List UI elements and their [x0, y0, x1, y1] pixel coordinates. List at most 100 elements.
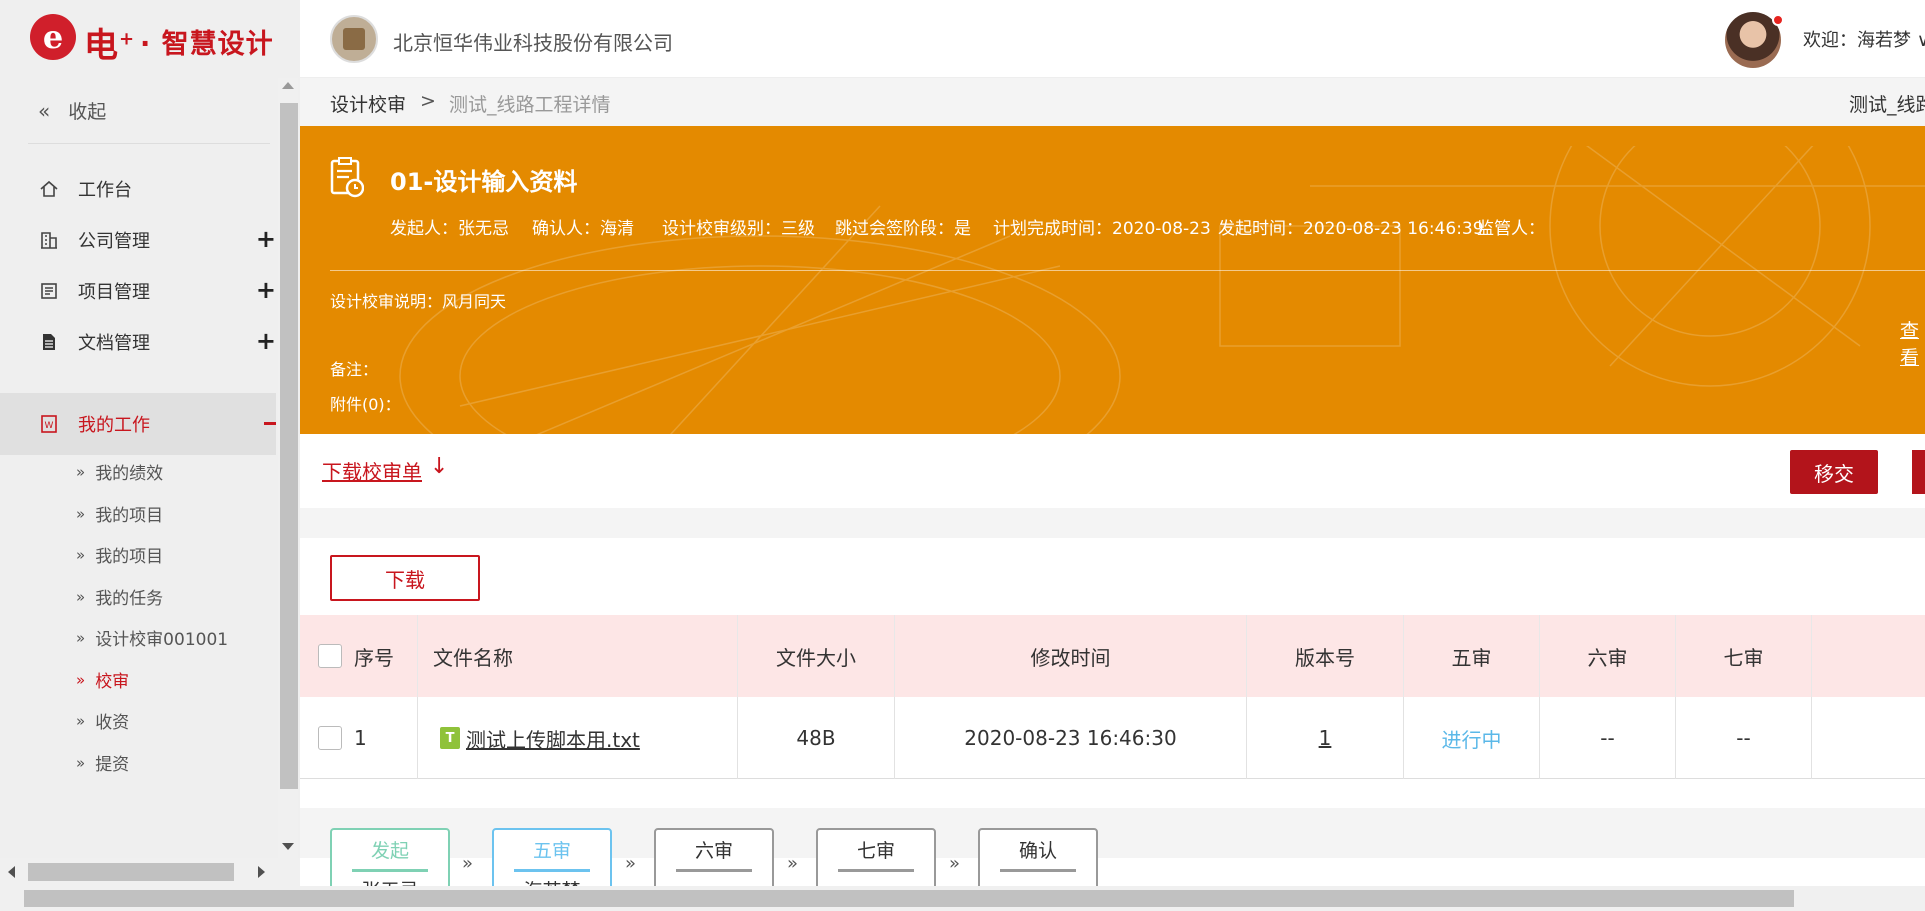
table-row: 1 T 测试上传脚本用.txt 48B 2020-08-23 16:46:30 … — [300, 697, 1925, 779]
breadcrumb-root[interactable]: 设计校审 — [330, 90, 406, 117]
sub-item-label: 收资 — [95, 713, 130, 733]
version-link[interactable]: 1 — [1319, 726, 1332, 750]
expand-plus-icon[interactable]: + — [256, 329, 276, 353]
document-icon — [38, 331, 60, 353]
task-title: 01-设计输入资料 — [390, 168, 578, 196]
table-header: 序号 文件名称 文件大小 修改时间 版本号 五审 六审 七审 — [300, 615, 1925, 697]
start-time: 发起时间：2020-08-23 16:46:39 — [1218, 219, 1484, 239]
download-button[interactable]: 下载 — [330, 555, 480, 601]
step-title: 五审 — [532, 840, 571, 862]
company-logo-icon — [330, 15, 378, 63]
file-table-section: 下载 序号 文件名称 文件大小 修改时间 版本号 五审 六审 七审 1 T 测试… — [300, 538, 1925, 808]
confirmer: 确认人：海清 — [532, 219, 634, 239]
select-all-checkbox[interactable] — [318, 644, 342, 668]
cell-review-5-status[interactable]: 进行中 — [1404, 697, 1540, 779]
breadcrumb-current: 测试_线路工程详情 — [449, 94, 611, 116]
step-underline — [514, 869, 590, 872]
sub-item-label: 校审 — [95, 672, 130, 692]
scroll-right-arrow-icon[interactable] — [258, 866, 265, 878]
chevron-right-icon: » — [76, 545, 86, 564]
step-title: 确认 — [1018, 840, 1057, 862]
step-underline — [676, 869, 752, 872]
sub-item-label: 我的绩效 — [95, 464, 164, 484]
brand-logo-text: 电+ — [84, 26, 136, 66]
sub-item-label: 我的项目 — [95, 547, 164, 567]
chevron-right-icon: » — [76, 628, 86, 647]
double-chevron-right-icon: » — [462, 853, 474, 874]
divider — [330, 270, 1925, 271]
header-review-5: 五审 — [1404, 615, 1540, 697]
chevron-right-icon: » — [76, 711, 86, 730]
remarks: 备注： — [330, 360, 379, 379]
sidebar-item-documents[interactable]: 文档管理 + — [0, 311, 276, 373]
cell-index: 1 — [300, 697, 418, 779]
blueprint-background-image — [399, 146, 1925, 434]
double-chevron-right-icon: » — [787, 853, 799, 874]
collapse-sidebar-button[interactable]: « 收起 — [0, 78, 276, 143]
page-title-right: 测试_线路 — [1849, 94, 1925, 116]
sidebar-horizontal-scrollbar[interactable] — [0, 858, 300, 886]
cell-review-6-status: -- — [1540, 697, 1676, 779]
svg-text:W: W — [45, 421, 54, 431]
planned-finish-time: 计划完成时间：2020-08-23 — [993, 219, 1211, 239]
step-underline — [1000, 869, 1076, 872]
cell-modified-time: 2020-08-23 16:46:30 — [895, 697, 1247, 779]
sub-item-label: 提资 — [95, 755, 130, 775]
clipboard-clock-icon — [330, 157, 364, 198]
step-underline — [838, 869, 914, 872]
brand-logo-icon: e — [30, 14, 76, 60]
page-horizontal-scrollbar[interactable] — [0, 886, 1925, 911]
sub-item-label: 设计校审001001 — [95, 630, 229, 650]
chevron-right-icon: » — [76, 462, 86, 481]
sub-item-submit-data[interactable]: » 提资 — [0, 737, 276, 788]
scroll-down-arrow-icon[interactable] — [282, 843, 294, 850]
header-review-7: 七审 — [1676, 615, 1812, 697]
initiator: 发起人：张无忌 — [390, 219, 509, 239]
sidebar-vertical-scrollbar[interactable] — [278, 78, 298, 878]
step-title: 七审 — [856, 840, 895, 862]
breadcrumb: 设计校审 > 测试_线路工程详情 测试_线路 — [300, 78, 1925, 126]
project-icon — [38, 280, 60, 302]
scrollbar-thumb[interactable] — [28, 863, 234, 881]
collapse-minus-icon[interactable] — [264, 422, 276, 425]
user-menu[interactable]: 欢迎：海若梦 ∨ — [1803, 26, 1925, 52]
file-name-link[interactable]: 测试上传脚本用.txt — [466, 724, 640, 753]
arrow-down-icon: ↓ — [430, 454, 449, 479]
sidebar: « 收起 工作台 公司管理 + 项目管理 + 文档管理 + W 我的工作 » 我… — [0, 78, 300, 878]
skip-countersign: 跳过会签阶段：是 — [835, 219, 971, 239]
scrollbar-thumb[interactable] — [280, 103, 298, 789]
top-header: 北京恒华伟业科技股份有限公司 欢迎：海若梦 ∨ — [300, 0, 1925, 78]
more-action-button[interactable] — [1912, 450, 1925, 494]
header-version: 版本号 — [1247, 615, 1404, 697]
attachments: 附件(0)： — [330, 395, 401, 414]
section-gap — [300, 508, 1925, 538]
scroll-up-arrow-icon[interactable] — [282, 82, 294, 89]
expand-plus-icon[interactable]: + — [256, 227, 276, 251]
transfer-button[interactable]: 移交 — [1790, 450, 1878, 494]
row-checkbox[interactable] — [318, 726, 342, 750]
action-row: 下载校审单 ↓ 移交 — [300, 434, 1925, 508]
cell-review-7-status: -- — [1676, 697, 1812, 779]
cell-text: 1 — [354, 726, 367, 750]
header-file-size: 文件大小 — [738, 615, 895, 697]
chevron-right-icon: » — [76, 504, 86, 523]
scrollbar-thumb[interactable] — [24, 890, 1794, 907]
download-review-sheet-link[interactable]: 下载校审单 — [322, 456, 422, 485]
collapse-label: 收起 — [68, 101, 107, 123]
step-underline — [352, 869, 428, 872]
task-info-banner: 01-设计输入资料 发起人：张无忌 确认人：海清 设计校审级别：三级 跳过会签阶… — [300, 126, 1925, 434]
review-flow: 发起 张无忌 » 五审 海若梦 » 六审 » 七审 » 确认 — [300, 808, 1925, 903]
expand-plus-icon[interactable]: + — [256, 278, 276, 302]
cell-file-name: T 测试上传脚本用.txt — [418, 697, 738, 779]
chevron-right-icon: » — [76, 753, 86, 772]
notification-dot-icon — [1772, 14, 1784, 26]
sidebar-item-label: 文档管理 — [78, 333, 150, 354]
sidebar-item-label: 我的工作 — [78, 415, 150, 436]
home-icon — [38, 178, 60, 200]
review-level: 设计校审级别：三级 — [662, 219, 815, 239]
building-icon — [38, 229, 60, 251]
view-link[interactable]: 查看 — [1900, 316, 1925, 370]
chevron-right-icon: > — [420, 90, 436, 112]
scroll-left-arrow-icon[interactable] — [8, 866, 15, 878]
sidebar-item-label: 项目管理 — [78, 282, 150, 303]
